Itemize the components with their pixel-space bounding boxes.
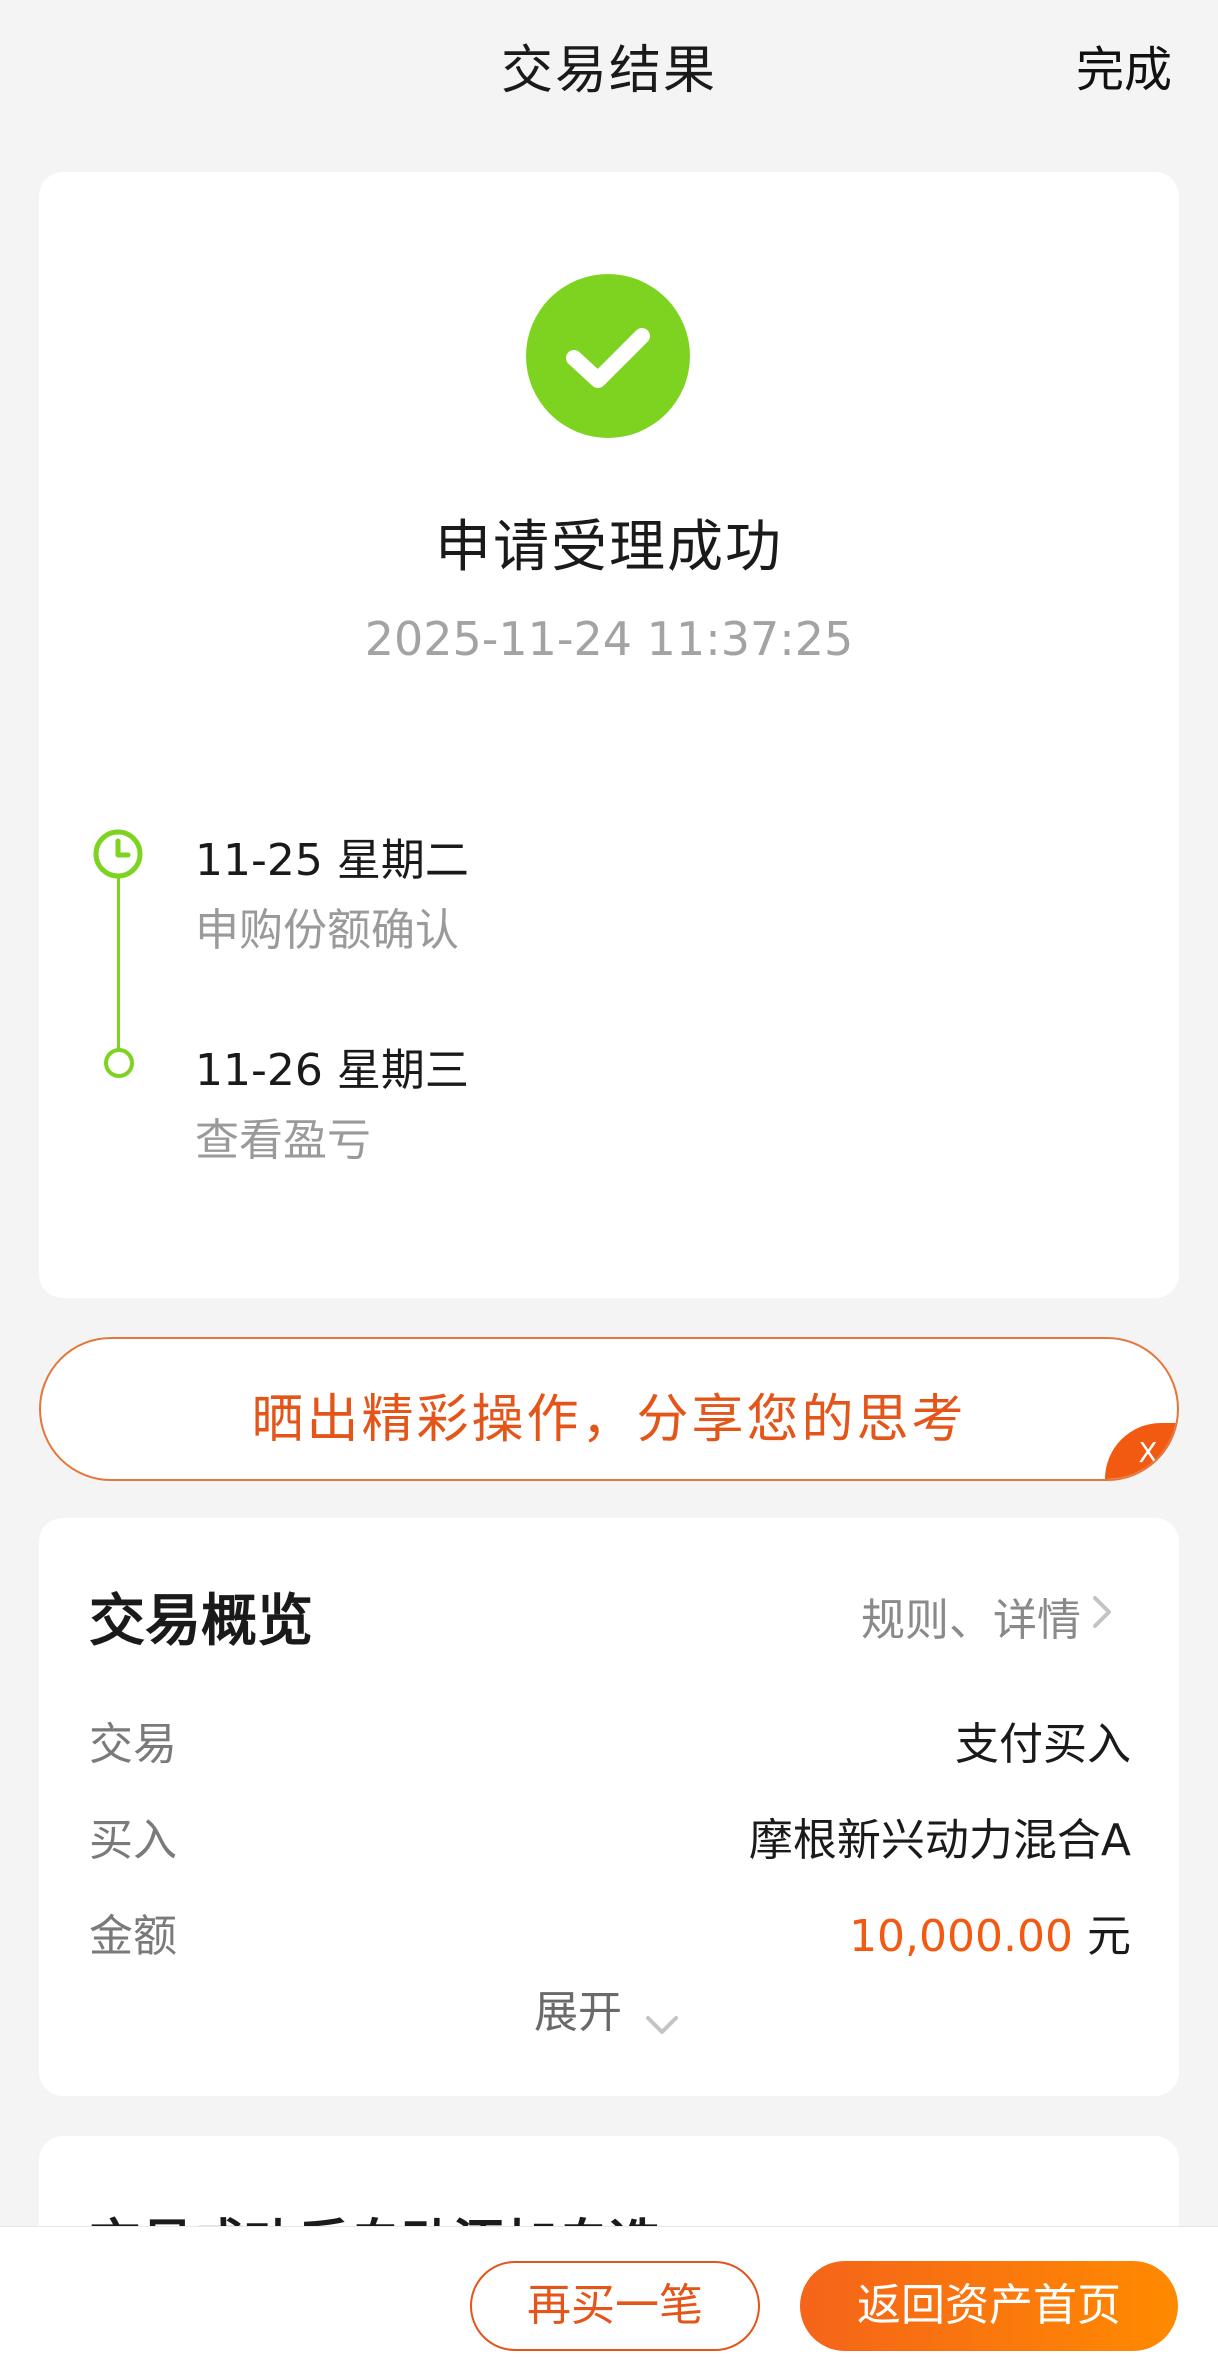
- timeline-date: 11-25 星期二: [195, 835, 469, 886]
- chevron-down-icon: [640, 2000, 684, 2034]
- row-value-trade: 支付买入: [955, 1719, 1131, 1770]
- result-card: 申请受理成功 2025-11-24 11:37:25 11-25 星期二 申购份…: [39, 172, 1179, 1298]
- check-circle-icon: [526, 274, 690, 438]
- amount-value: 10,000.00: [849, 1911, 1073, 1962]
- trade-result-page: 交易结果 完成 申请受理成功 2025-11-24 11:37:25 11-25…: [0, 0, 1218, 2357]
- dot-icon: [104, 1048, 134, 1078]
- timeline-date: 11-26 星期三: [195, 1045, 469, 1096]
- share-text: 晒出精彩操作，分享您的思考: [251, 1390, 967, 1450]
- result-title: 申请受理成功: [435, 515, 783, 580]
- row-label-trade: 交易: [89, 1719, 177, 1770]
- page-title: 交易结果: [500, 41, 717, 101]
- share-banner[interactable]: 晒出精彩操作，分享您的思考 X: [39, 1337, 1179, 1481]
- timeline-desc: 查看盈亏: [195, 1115, 371, 1166]
- bottom-action-bar: 再买一笔 返回资产首页: [0, 2226, 1218, 2357]
- row-label-amount: 金额: [89, 1911, 177, 1962]
- done-button[interactable]: 完成: [1076, 30, 1172, 100]
- timeline-line: [117, 858, 120, 1058]
- amount-unit: 元: [1073, 1911, 1131, 1962]
- header: 交易结果 完成: [0, 0, 1218, 130]
- row-value-fund: 摩根新兴动力混合A: [748, 1815, 1131, 1866]
- result-time: 2025-11-24 11:37:25: [364, 612, 854, 666]
- row-value-amount: 10,000.00 元: [849, 1900, 1131, 1964]
- row-label-buy: 买入: [89, 1815, 177, 1866]
- buy-again-button[interactable]: 再买一笔: [470, 2261, 760, 2351]
- expand-button[interactable]: 展开: [39, 1976, 1179, 2040]
- expand-label: 展开: [534, 1987, 622, 2038]
- overview-title: 交易概览: [89, 1589, 313, 1654]
- chevron-right-icon[interactable]: [1083, 1588, 1123, 1636]
- rules-link[interactable]: 规则、详情: [861, 1584, 1081, 1648]
- clock-icon: [90, 826, 146, 882]
- overview-card: 交易概览 规则、详情 交易 支付买入 买入 摩根新兴动力混合A 金额 10,00…: [39, 1518, 1179, 2096]
- back-to-assets-button[interactable]: 返回资产首页: [800, 2261, 1178, 2351]
- timeline-desc: 申购份额确认: [195, 905, 459, 956]
